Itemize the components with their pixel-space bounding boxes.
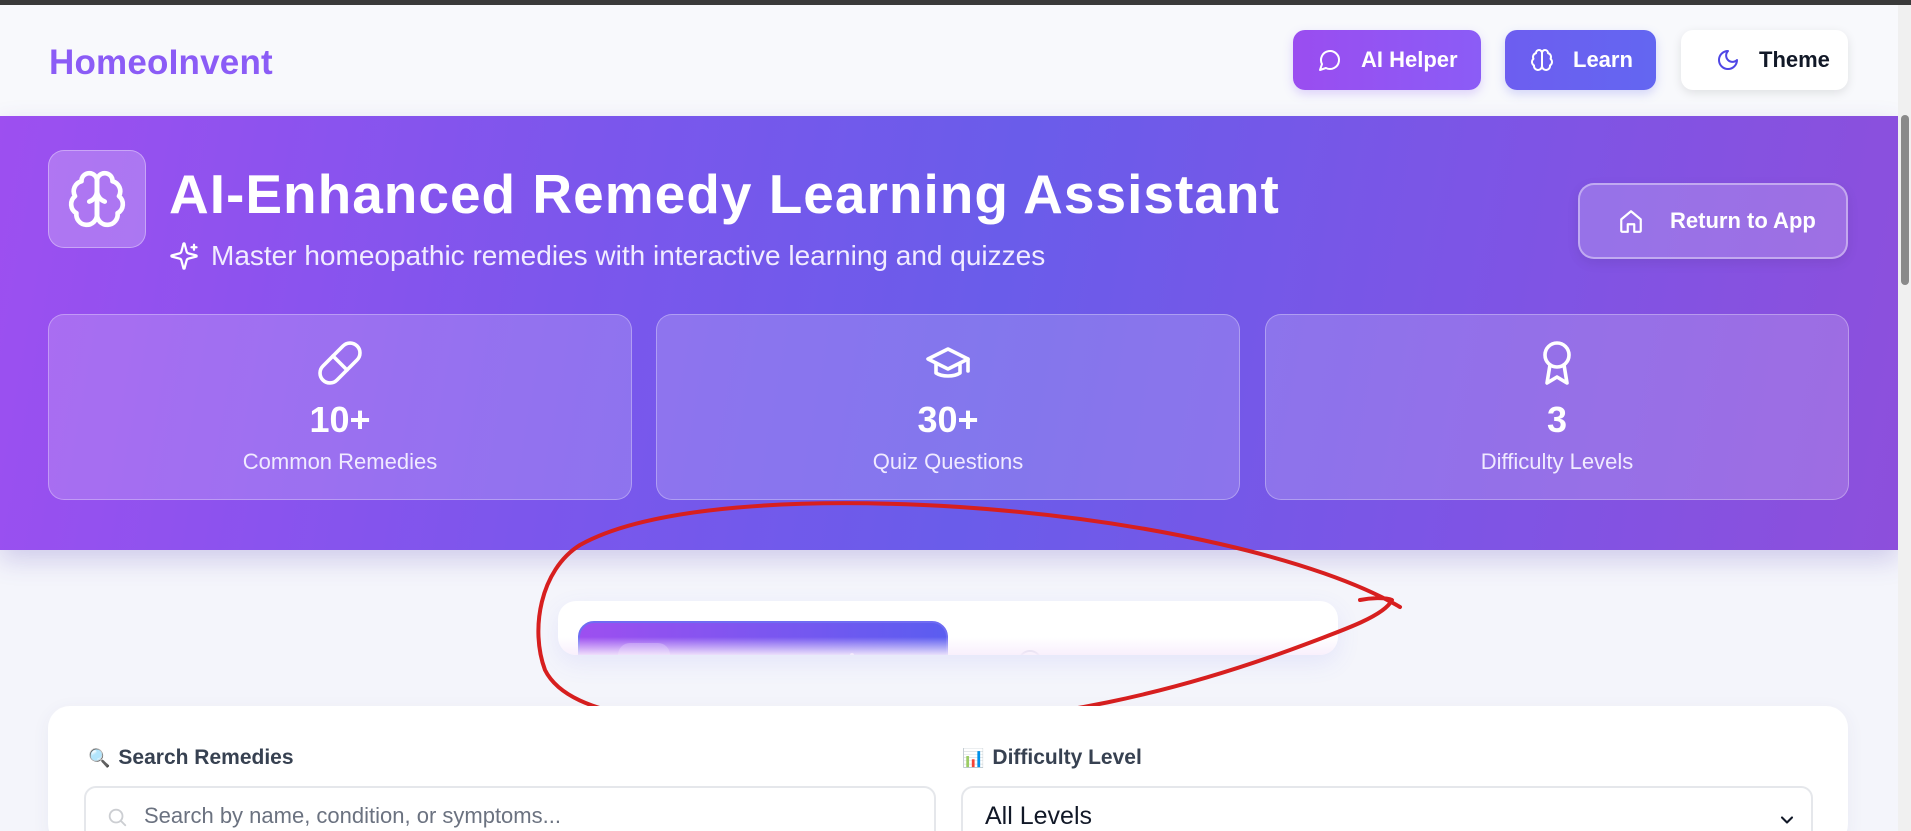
page-title: AI-Enhanced Remedy Learning Assistant (169, 163, 1280, 225)
stat-label: Common Remedies (242, 449, 438, 474)
ai-helper-label: AI Helper (1361, 47, 1458, 72)
app-logo[interactable]: HomeoInvent (49, 43, 273, 83)
theme-label: Theme (1759, 47, 1830, 72)
home-icon (1618, 208, 1644, 234)
learn-label: Learn (1573, 47, 1633, 72)
difficulty-label-text: Difficulty Level (992, 746, 1142, 769)
search-label: 🔍 Search Remedies (88, 746, 294, 770)
stat-label: Difficulty Levels (1480, 449, 1634, 474)
tab-icon-circle (1018, 650, 1042, 655)
theme-button[interactable]: Theme (1681, 30, 1848, 90)
sparkles-icon (169, 241, 199, 271)
tab-icon-chip (618, 643, 670, 655)
filter-panel: 🔍 Search Remedies 📊 Difficulty Level All… (48, 706, 1848, 831)
stat-card-remedies: 10+ Common Remedies (48, 314, 632, 500)
moon-icon (1715, 47, 1741, 73)
pill-icon (316, 339, 364, 387)
bar-chart-emoji-icon: 📊 (962, 747, 985, 768)
scrollbar-thumb[interactable] (1901, 115, 1909, 285)
page-subtitle: Master homeopathic remedies with interac… (169, 240, 1045, 272)
search-label-text: Search Remedies (118, 746, 294, 769)
brain-icon (1529, 47, 1555, 73)
learn-button[interactable]: Learn (1505, 30, 1656, 90)
page-scrollbar[interactable] (1898, 5, 1911, 831)
return-to-app-label: Return to App (1670, 208, 1816, 233)
stat-value: 30+ (917, 399, 979, 440)
stat-label: Quiz Questions (872, 449, 1024, 474)
search-icon (106, 806, 128, 828)
hero-banner: AI-Enhanced Remedy Learning Assistant Ma… (0, 116, 1898, 550)
award-icon (1533, 339, 1581, 387)
search-input[interactable] (84, 786, 936, 831)
app-header: HomeoInvent AI Helper Learn Theme (0, 5, 1898, 116)
subtitle-text: Master homeopathic remedies with interac… (211, 240, 1046, 271)
tab-inactive[interactable] (978, 621, 1318, 655)
chat-bubble-icon (1317, 47, 1343, 73)
graduation-cap-icon (924, 339, 972, 387)
tab-active[interactable] (578, 621, 948, 655)
stat-value: 3 (1546, 399, 1568, 440)
stat-value: 10+ (309, 399, 371, 440)
chevron-down-icon (1777, 808, 1797, 828)
return-to-app-button[interactable]: Return to App (1578, 183, 1848, 259)
magnifier-emoji-icon: 🔍 (88, 747, 111, 768)
learning-mode-tabs (558, 601, 1338, 655)
tab-label-fragment (850, 653, 854, 655)
stat-card-difficulty: 3 Difficulty Levels (1265, 314, 1849, 500)
brain-icon (48, 150, 146, 248)
difficulty-select[interactable]: All Levels (961, 786, 1813, 831)
stat-card-quiz: 30+ Quiz Questions (656, 314, 1240, 500)
ai-helper-button[interactable]: AI Helper (1293, 30, 1481, 90)
difficulty-label: 📊 Difficulty Level (962, 746, 1142, 770)
difficulty-selected-value: All Levels (985, 801, 1092, 830)
